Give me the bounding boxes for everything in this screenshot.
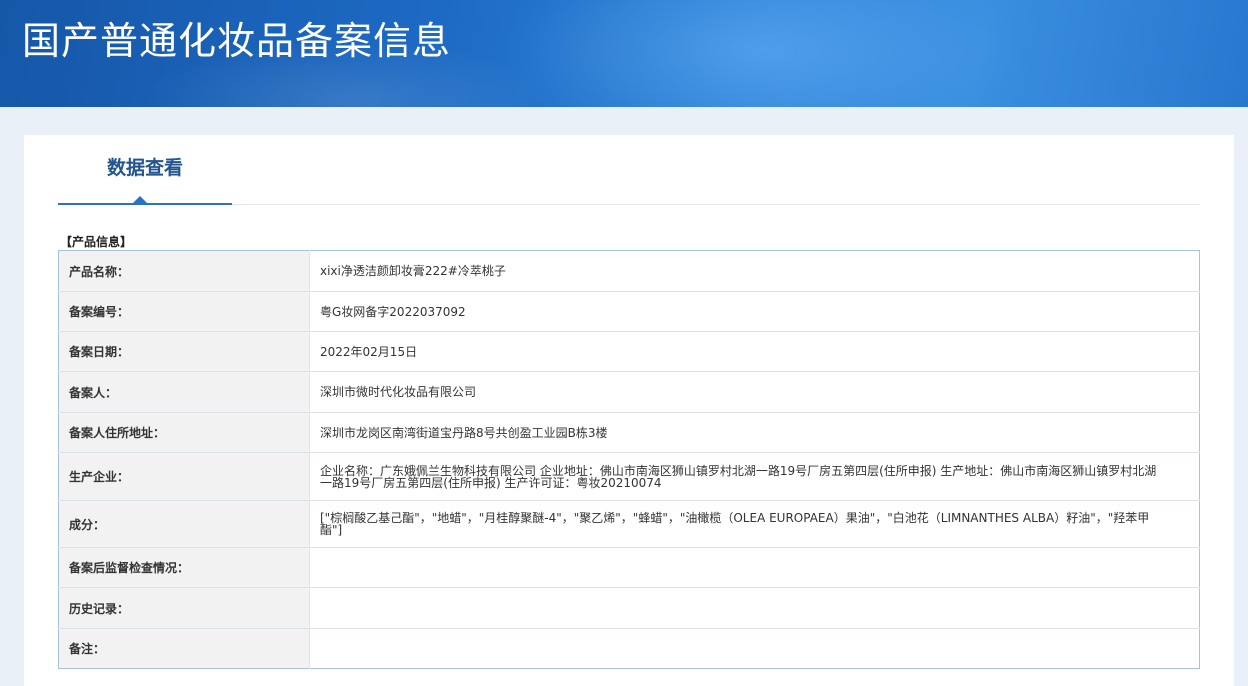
row-value: 深圳市龙岗区南湾街道宝丹路8号共创盈工业园B栋3楼	[309, 412, 1200, 453]
table-row: 备案日期： 2022年02月15日	[58, 331, 1200, 372]
row-label: 备案人住所地址：	[58, 412, 310, 453]
table-row: 备注：	[58, 628, 1200, 669]
row-value: 深圳市微时代化妆品有限公司	[309, 371, 1200, 413]
row-value: 企业名称：广东娥佩兰生物科技有限公司 企业地址：佛山市南海区狮山镇罗村北湖一路1…	[309, 452, 1200, 501]
row-value: xixi净透洁颜卸妆膏222#冷萃桃子	[320, 264, 506, 278]
row-value	[309, 547, 1200, 588]
row-label: 产品名称：	[58, 250, 310, 292]
row-label: 备案编号：	[58, 291, 310, 332]
row-value: 粤G妆网备字2022037092	[309, 291, 1200, 332]
table-row: 产品名称： xixi净透洁颜卸妆膏222#冷萃桃子	[58, 250, 1200, 292]
table-row: 备案人： 深圳市微时代化妆品有限公司	[58, 371, 1200, 413]
row-label: 成分：	[58, 500, 310, 548]
row-value: 2022年02月15日	[309, 331, 1200, 372]
row-value	[309, 628, 1200, 669]
section-title: 【产品信息】	[60, 235, 133, 249]
row-label: 历史记录：	[58, 587, 310, 629]
product-info-table: 产品名称： xixi净透洁颜卸妆膏222#冷萃桃子 备案编号： 粤G妆网备字20…	[58, 250, 1200, 669]
tab-bar: 数据查看	[58, 135, 1200, 205]
row-label: 备案人：	[58, 371, 310, 413]
table-row: 成分： ["棕榈酸乙基己酯"，"地蜡"，"月桂醇聚醚-4"，"聚乙烯"，"蜂蜡"…	[58, 500, 1200, 548]
content-panel: 数据查看 【产品信息】 产品名称： xixi净透洁颜卸妆膏222#冷萃桃子 备案…	[24, 135, 1234, 686]
table-row: 备案人住所地址： 深圳市龙岗区南湾街道宝丹路8号共创盈工业园B栋3楼	[58, 412, 1200, 453]
table-row: 历史记录：	[58, 587, 1200, 629]
row-label: 备注：	[58, 628, 310, 669]
page-title: 国产普通化妆品备案信息	[22, 19, 452, 63]
page-banner: 国产普通化妆品备案信息	[0, 0, 1248, 107]
row-label: 备案后监督检查情况：	[58, 547, 310, 588]
row-label: 生产企业：	[58, 452, 310, 501]
row-value	[309, 587, 1200, 629]
row-value: ["棕榈酸乙基己酯"，"地蜡"，"月桂醇聚醚-4"，"聚乙烯"，"蜂蜡"，"油橄…	[309, 500, 1200, 548]
tab-data-view[interactable]: 数据查看	[58, 135, 232, 205]
tab-active-caret-icon	[133, 196, 147, 203]
row-label: 备案日期：	[58, 331, 310, 372]
table-row: 生产企业： 企业名称：广东娥佩兰生物科技有限公司 企业地址：佛山市南海区狮山镇罗…	[58, 452, 1200, 501]
table-row: 备案后监督检查情况：	[58, 547, 1200, 588]
tab-label: 数据查看	[106, 156, 183, 179]
table-row: 备案编号： 粤G妆网备字2022037092	[58, 291, 1200, 332]
